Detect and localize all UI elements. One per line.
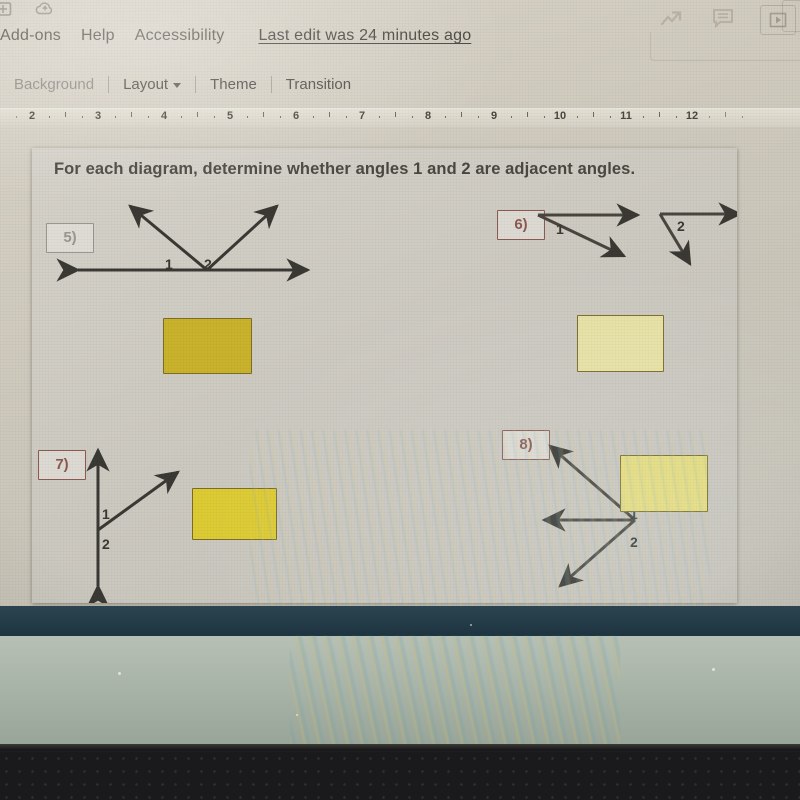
- ruler-tick: [444, 116, 446, 118]
- dust-speck: [296, 714, 298, 716]
- angle-label-1: 1: [556, 221, 564, 237]
- menu-item-addons[interactable]: Add-ons: [0, 27, 61, 45]
- ruler-tick: [725, 112, 726, 117]
- ruler-tick: [477, 116, 479, 118]
- laptop-palmrest: [0, 636, 800, 748]
- ruler-tick: [65, 112, 66, 117]
- ruler-tick: [510, 116, 512, 118]
- ray-right: [205, 204, 279, 272]
- menu-item-help[interactable]: Help: [81, 27, 115, 45]
- ruler-tick: [312, 116, 314, 118]
- ruler-tick: [576, 116, 578, 118]
- ruler-number: 10: [553, 110, 567, 122]
- ruler-number: 11: [620, 110, 632, 122]
- diagram-6: [537, 202, 737, 267]
- ray-6a-diagonal: [537, 213, 627, 258]
- ruler-tick: [395, 112, 396, 117]
- answer-box-6[interactable]: [577, 315, 664, 372]
- ruler-tick: [213, 116, 215, 118]
- ruler-tick: [741, 116, 743, 118]
- ruler-tick: [15, 116, 17, 118]
- answer-box-7[interactable]: [192, 488, 277, 540]
- ruler-tick: [461, 112, 462, 117]
- diagram-7: [86, 447, 180, 603]
- angle-label-2: 2: [677, 218, 685, 234]
- ray-lower-left: [558, 518, 636, 588]
- diagram-5: [56, 204, 311, 282]
- ruler-tick: [81, 116, 83, 118]
- laptop-keyboard: [0, 752, 800, 800]
- layout-button[interactable]: Layout: [109, 76, 195, 93]
- ruler-number: 9: [490, 110, 498, 122]
- ruler-tick: [642, 116, 644, 118]
- layout-button-label: Layout: [123, 75, 169, 93]
- ruler-tick: [114, 116, 116, 118]
- ruler-number: 12: [685, 110, 699, 122]
- ruler-tick: [609, 116, 611, 118]
- ruler-tick: [527, 112, 528, 117]
- ruler-tick: [378, 116, 380, 118]
- angle-label-2: 2: [102, 536, 110, 552]
- ruler-tick: [180, 116, 182, 118]
- angle-label-1: 1: [165, 256, 173, 272]
- ruler-tick: [329, 112, 330, 117]
- ray-6b-diagonal: [658, 213, 692, 267]
- horizontal-ruler[interactable]: 2 3 4 5 6 7 8 9 10 11 12: [0, 108, 800, 127]
- theme-button[interactable]: Theme: [196, 76, 271, 93]
- ruler-number: 7: [358, 110, 366, 122]
- ruler-tick: [48, 116, 50, 118]
- page-title: For each diagram, determine whether angl…: [54, 160, 636, 178]
- ruler-number: 5: [226, 110, 234, 122]
- answer-box-8[interactable]: [620, 455, 708, 512]
- app-screen: Add-ons Help Accessibility Last edit was…: [0, 0, 800, 630]
- answer-box-5[interactable]: [163, 318, 252, 374]
- background-button[interactable]: Background: [0, 76, 108, 93]
- ruler-tick: [246, 116, 248, 118]
- add-slide-icon[interactable]: [0, 0, 12, 23]
- transition-button[interactable]: Transition: [272, 76, 365, 93]
- angle-label-1: 1: [102, 506, 110, 522]
- top-icon-row: [0, 0, 154, 22]
- menu-item-accessibility[interactable]: Accessibility: [135, 27, 225, 45]
- ruler-tick: [659, 112, 660, 117]
- slide-canvas[interactable]: For each diagram, determine whether angl…: [32, 148, 737, 603]
- ray-diagonal: [97, 470, 180, 532]
- ruler-tick: [675, 116, 677, 118]
- last-edit-status[interactable]: Last edit was 24 minutes ago: [258, 27, 471, 45]
- dust-speck: [470, 624, 472, 626]
- angle-label-2: 2: [630, 534, 638, 550]
- slide-toolbar: Background Layout Theme Transition: [0, 68, 800, 100]
- ruler-tick: [593, 112, 594, 117]
- laptop-screen-photo: Add-ons Help Accessibility Last edit was…: [0, 0, 800, 800]
- ruler-tick: [279, 116, 281, 118]
- chevron-down-icon: [173, 83, 182, 88]
- ruler-number: 6: [292, 110, 300, 122]
- dust-speck: [118, 672, 121, 675]
- ruler-tick: [411, 116, 413, 118]
- ruler-number: 4: [160, 110, 168, 122]
- ruler-tick: [543, 116, 545, 118]
- ruler-number: 3: [94, 110, 102, 122]
- ruler-number: 2: [28, 110, 36, 122]
- ruler-tick: [708, 116, 710, 118]
- ruler-tick: [197, 112, 198, 117]
- ruler-tick: [263, 112, 264, 117]
- ruler-number: 8: [424, 110, 432, 122]
- ruler-tick: [345, 116, 347, 118]
- laptop-bezel: [0, 606, 800, 638]
- angle-label-2: 2: [204, 256, 212, 272]
- menu-bar: Add-ons Help Accessibility Last edit was…: [0, 22, 800, 50]
- ruler-tick: [131, 112, 132, 117]
- ruler-tick: [147, 116, 149, 118]
- cloud-save-icon[interactable]: [34, 0, 56, 23]
- dust-speck: [712, 668, 715, 671]
